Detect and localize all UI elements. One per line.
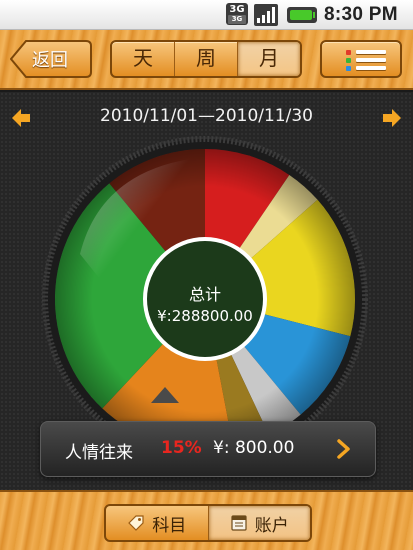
next-period-arrow-icon[interactable] bbox=[381, 108, 403, 128]
back-button[interactable]: 返回 bbox=[10, 40, 92, 78]
chevron-right-icon[interactable] bbox=[337, 438, 351, 460]
back-label: 返回 bbox=[32, 50, 68, 71]
tab-account-label: 账户 bbox=[254, 515, 289, 536]
selected-category-amount: ¥: 800.00 bbox=[213, 438, 295, 458]
account-book-icon bbox=[231, 515, 247, 531]
tab-month[interactable]: 月 bbox=[238, 42, 300, 76]
bottom-toolbar: 科目 账户 bbox=[0, 490, 413, 550]
list-menu-button[interactable] bbox=[320, 40, 402, 78]
main-content: 2010/11/01—2010/11/30 总计 ¥:288800.00 人情往… bbox=[0, 92, 413, 504]
clock: 8:30 PM bbox=[324, 4, 398, 25]
tab-subject-label: 科目 bbox=[152, 515, 187, 536]
tab-day[interactable]: 天 bbox=[112, 42, 175, 76]
total-title: 总计 bbox=[188, 285, 221, 304]
total-amount: ¥:288800.00 bbox=[157, 307, 253, 325]
network-label: 3G bbox=[229, 4, 245, 15]
selected-category-name: 人情往来 bbox=[65, 443, 133, 463]
view-mode-selector: 科目 账户 bbox=[104, 504, 312, 542]
tab-subject[interactable]: 科目 bbox=[106, 506, 209, 540]
selected-category-bar[interactable]: 人情往来 15% ¥: 800.00 bbox=[40, 421, 376, 477]
info-pointer bbox=[151, 387, 179, 403]
top-toolbar: 返回 天 周 月 bbox=[0, 30, 413, 90]
tab-week[interactable]: 周 bbox=[175, 42, 238, 76]
battery-icon bbox=[287, 7, 317, 23]
tag-icon bbox=[128, 515, 144, 531]
expense-pie-chart[interactable]: 总计 ¥:288800.00 bbox=[40, 134, 370, 464]
period-selector: 天 周 月 bbox=[110, 40, 302, 78]
network-3g-icon: 3G 3G bbox=[226, 3, 248, 25]
tab-account[interactable]: 账户 bbox=[208, 506, 310, 540]
signal-strength-icon bbox=[254, 4, 278, 26]
status-bar: 3G 3G 8:30 PM bbox=[0, 0, 413, 30]
network-sub-label: 3G bbox=[228, 15, 246, 24]
selected-category-percent: 15% bbox=[161, 438, 202, 458]
date-range: 2010/11/01—2010/11/30 bbox=[100, 106, 313, 126]
